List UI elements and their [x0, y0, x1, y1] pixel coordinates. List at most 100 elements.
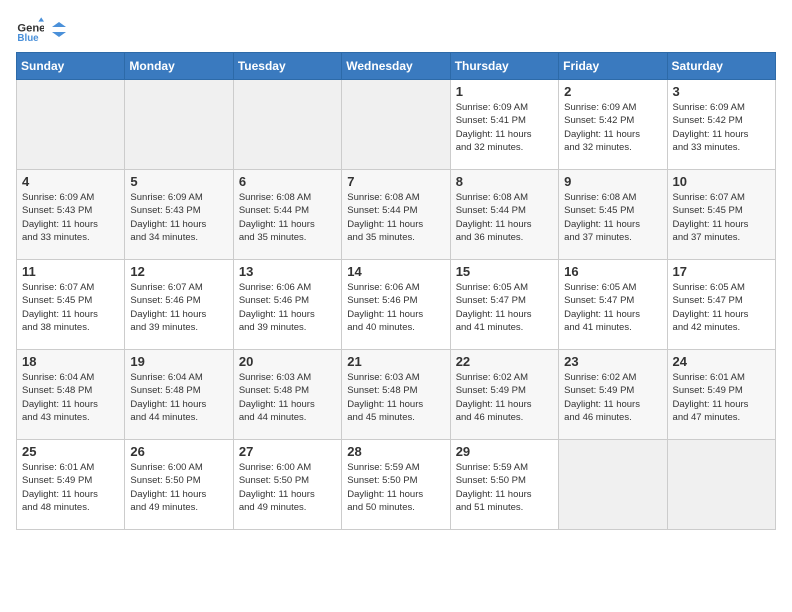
- day-header-saturday: Saturday: [667, 53, 775, 80]
- day-info: Sunrise: 6:09 AMSunset: 5:43 PMDaylight:…: [130, 191, 227, 244]
- day-header-tuesday: Tuesday: [233, 53, 341, 80]
- day-number: 8: [456, 174, 553, 189]
- day-info: Sunrise: 6:05 AMSunset: 5:47 PMDaylight:…: [456, 281, 553, 334]
- calendar-cell: 21 Sunrise: 6:03 AMSunset: 5:48 PMDayligh…: [342, 350, 450, 440]
- day-number: 15: [456, 264, 553, 279]
- day-header-thursday: Thursday: [450, 53, 558, 80]
- calendar-cell: 29 Sunrise: 5:59 AMSunset: 5:50 PMDayligh…: [450, 440, 558, 530]
- calendar-cell: 18 Sunrise: 6:04 AMSunset: 5:48 PMDayligh…: [17, 350, 125, 440]
- day-info: Sunrise: 6:02 AMSunset: 5:49 PMDaylight:…: [456, 371, 553, 424]
- calendar-week-row: 18 Sunrise: 6:04 AMSunset: 5:48 PMDayligh…: [17, 350, 776, 440]
- calendar-cell: 7Sunrise: 6:08 AMSunset: 5:44 PMDaylight…: [342, 170, 450, 260]
- day-info: Sunrise: 6:02 AMSunset: 5:49 PMDaylight:…: [564, 371, 661, 424]
- day-number: 24: [673, 354, 770, 369]
- day-number: 10: [673, 174, 770, 189]
- calendar-cell: 24 Sunrise: 6:01 AMSunset: 5:49 PMDayligh…: [667, 350, 775, 440]
- calendar-cell: 10Sunrise: 6:07 AMSunset: 5:45 PMDayligh…: [667, 170, 775, 260]
- day-number: 23: [564, 354, 661, 369]
- calendar-cell: 5 Sunrise: 6:09 AMSunset: 5:43 PMDaylight…: [125, 170, 233, 260]
- day-info: Sunrise: 6:04 AMSunset: 5:48 PMDaylight:…: [130, 371, 227, 424]
- day-number: 12: [130, 264, 227, 279]
- day-number: 20: [239, 354, 336, 369]
- day-info: Sunrise: 6:00 AMSunset: 5:50 PMDaylight:…: [130, 461, 227, 514]
- day-info: Sunrise: 6:08 AMSunset: 5:44 PMDaylight:…: [239, 191, 336, 244]
- calendar-week-row: 1 Sunrise: 6:09 AMSunset: 5:41 PMDaylight…: [17, 80, 776, 170]
- day-number: 6: [239, 174, 336, 189]
- day-info: Sunrise: 6:09 AMSunset: 5:43 PMDaylight:…: [22, 191, 119, 244]
- calendar-cell: [559, 440, 667, 530]
- day-number: 18: [22, 354, 119, 369]
- calendar-cell: 27 Sunrise: 6:00 AMSunset: 5:50 PMDayligh…: [233, 440, 341, 530]
- calendar-cell: 9 Sunrise: 6:08 AMSunset: 5:45 PMDaylight…: [559, 170, 667, 260]
- day-number: 1: [456, 84, 553, 99]
- calendar-cell: 4 Sunrise: 6:09 AMSunset: 5:43 PMDaylight…: [17, 170, 125, 260]
- day-number: 3: [673, 84, 770, 99]
- calendar-cell: 14 Sunrise: 6:06 AMSunset: 5:46 PMDayligh…: [342, 260, 450, 350]
- calendar-cell: 26 Sunrise: 6:00 AMSunset: 5:50 PMDayligh…: [125, 440, 233, 530]
- day-number: 4: [22, 174, 119, 189]
- calendar-cell: [667, 440, 775, 530]
- day-number: 27: [239, 444, 336, 459]
- day-info: Sunrise: 6:08 AMSunset: 5:45 PMDaylight:…: [564, 191, 661, 244]
- calendar-cell: 2Sunrise: 6:09 AMSunset: 5:42 PMDaylight…: [559, 80, 667, 170]
- day-info: Sunrise: 6:01 AMSunset: 5:49 PMDaylight:…: [673, 371, 770, 424]
- day-number: 19: [130, 354, 227, 369]
- day-number: 16: [564, 264, 661, 279]
- day-header-monday: Monday: [125, 53, 233, 80]
- calendar-week-row: 25Sunrise: 6:01 AMSunset: 5:49 PMDayligh…: [17, 440, 776, 530]
- day-number: 13: [239, 264, 336, 279]
- logo: General Blue: [16, 16, 68, 44]
- day-number: 28: [347, 444, 444, 459]
- day-info: Sunrise: 6:06 AMSunset: 5:46 PMDaylight:…: [239, 281, 336, 334]
- calendar-cell: 16 Sunrise: 6:05 AMSunset: 5:47 PMDayligh…: [559, 260, 667, 350]
- day-number: 14: [347, 264, 444, 279]
- day-info: Sunrise: 6:08 AMSunset: 5:44 PMDaylight:…: [347, 191, 444, 244]
- day-header-wednesday: Wednesday: [342, 53, 450, 80]
- calendar-cell: 1 Sunrise: 6:09 AMSunset: 5:41 PMDaylight…: [450, 80, 558, 170]
- calendar-header-row: SundayMondayTuesdayWednesdayThursdayFrid…: [17, 53, 776, 80]
- day-number: 5: [130, 174, 227, 189]
- page-header: General Blue: [16, 16, 776, 44]
- day-info: Sunrise: 6:09 AMSunset: 5:41 PMDaylight:…: [456, 101, 553, 154]
- day-info: Sunrise: 6:06 AMSunset: 5:46 PMDaylight:…: [347, 281, 444, 334]
- day-info: Sunrise: 6:08 AMSunset: 5:44 PMDaylight:…: [456, 191, 553, 244]
- day-number: 2: [564, 84, 661, 99]
- calendar: SundayMondayTuesdayWednesdayThursdayFrid…: [16, 52, 776, 530]
- day-number: 21: [347, 354, 444, 369]
- day-number: 26: [130, 444, 227, 459]
- day-info: Sunrise: 5:59 AMSunset: 5:50 PMDaylight:…: [456, 461, 553, 514]
- calendar-cell: 25Sunrise: 6:01 AMSunset: 5:49 PMDayligh…: [17, 440, 125, 530]
- svg-text:Blue: Blue: [17, 33, 39, 44]
- calendar-cell: [125, 80, 233, 170]
- calendar-week-row: 4 Sunrise: 6:09 AMSunset: 5:43 PMDaylight…: [17, 170, 776, 260]
- logo-arrow-icon: [50, 21, 68, 39]
- day-info: Sunrise: 6:04 AMSunset: 5:48 PMDaylight:…: [22, 371, 119, 424]
- calendar-cell: 17Sunrise: 6:05 AMSunset: 5:47 PMDayligh…: [667, 260, 775, 350]
- calendar-cell: 3Sunrise: 6:09 AMSunset: 5:42 PMDaylight…: [667, 80, 775, 170]
- calendar-cell: 19 Sunrise: 6:04 AMSunset: 5:48 PMDayligh…: [125, 350, 233, 440]
- day-info: Sunrise: 5:59 AMSunset: 5:50 PMDaylight:…: [347, 461, 444, 514]
- calendar-cell: 8 Sunrise: 6:08 AMSunset: 5:44 PMDaylight…: [450, 170, 558, 260]
- calendar-cell: 6 Sunrise: 6:08 AMSunset: 5:44 PMDaylight…: [233, 170, 341, 260]
- calendar-cell: 13 Sunrise: 6:06 AMSunset: 5:46 PMDayligh…: [233, 260, 341, 350]
- calendar-cell: 12Sunrise: 6:07 AMSunset: 5:46 PMDayligh…: [125, 260, 233, 350]
- day-header-friday: Friday: [559, 53, 667, 80]
- day-info: Sunrise: 6:03 AMSunset: 5:48 PMDaylight:…: [347, 371, 444, 424]
- day-info: Sunrise: 6:00 AMSunset: 5:50 PMDaylight:…: [239, 461, 336, 514]
- day-info: Sunrise: 6:05 AMSunset: 5:47 PMDaylight:…: [564, 281, 661, 334]
- day-number: 29: [456, 444, 553, 459]
- calendar-cell: 22 Sunrise: 6:02 AMSunset: 5:49 PMDayligh…: [450, 350, 558, 440]
- day-number: 9: [564, 174, 661, 189]
- calendar-cell: 11Sunrise: 6:07 AMSunset: 5:45 PMDayligh…: [17, 260, 125, 350]
- calendar-cell: [342, 80, 450, 170]
- day-number: 17: [673, 264, 770, 279]
- calendar-cell: 15 Sunrise: 6:05 AMSunset: 5:47 PMDayligh…: [450, 260, 558, 350]
- day-info: Sunrise: 6:07 AMSunset: 5:45 PMDaylight:…: [22, 281, 119, 334]
- day-header-sunday: Sunday: [17, 53, 125, 80]
- day-info: Sunrise: 6:03 AMSunset: 5:48 PMDaylight:…: [239, 371, 336, 424]
- calendar-cell: [17, 80, 125, 170]
- logo-icon: General Blue: [16, 16, 44, 44]
- calendar-cell: [233, 80, 341, 170]
- day-number: 22: [456, 354, 553, 369]
- calendar-cell: 23 Sunrise: 6:02 AMSunset: 5:49 PMDayligh…: [559, 350, 667, 440]
